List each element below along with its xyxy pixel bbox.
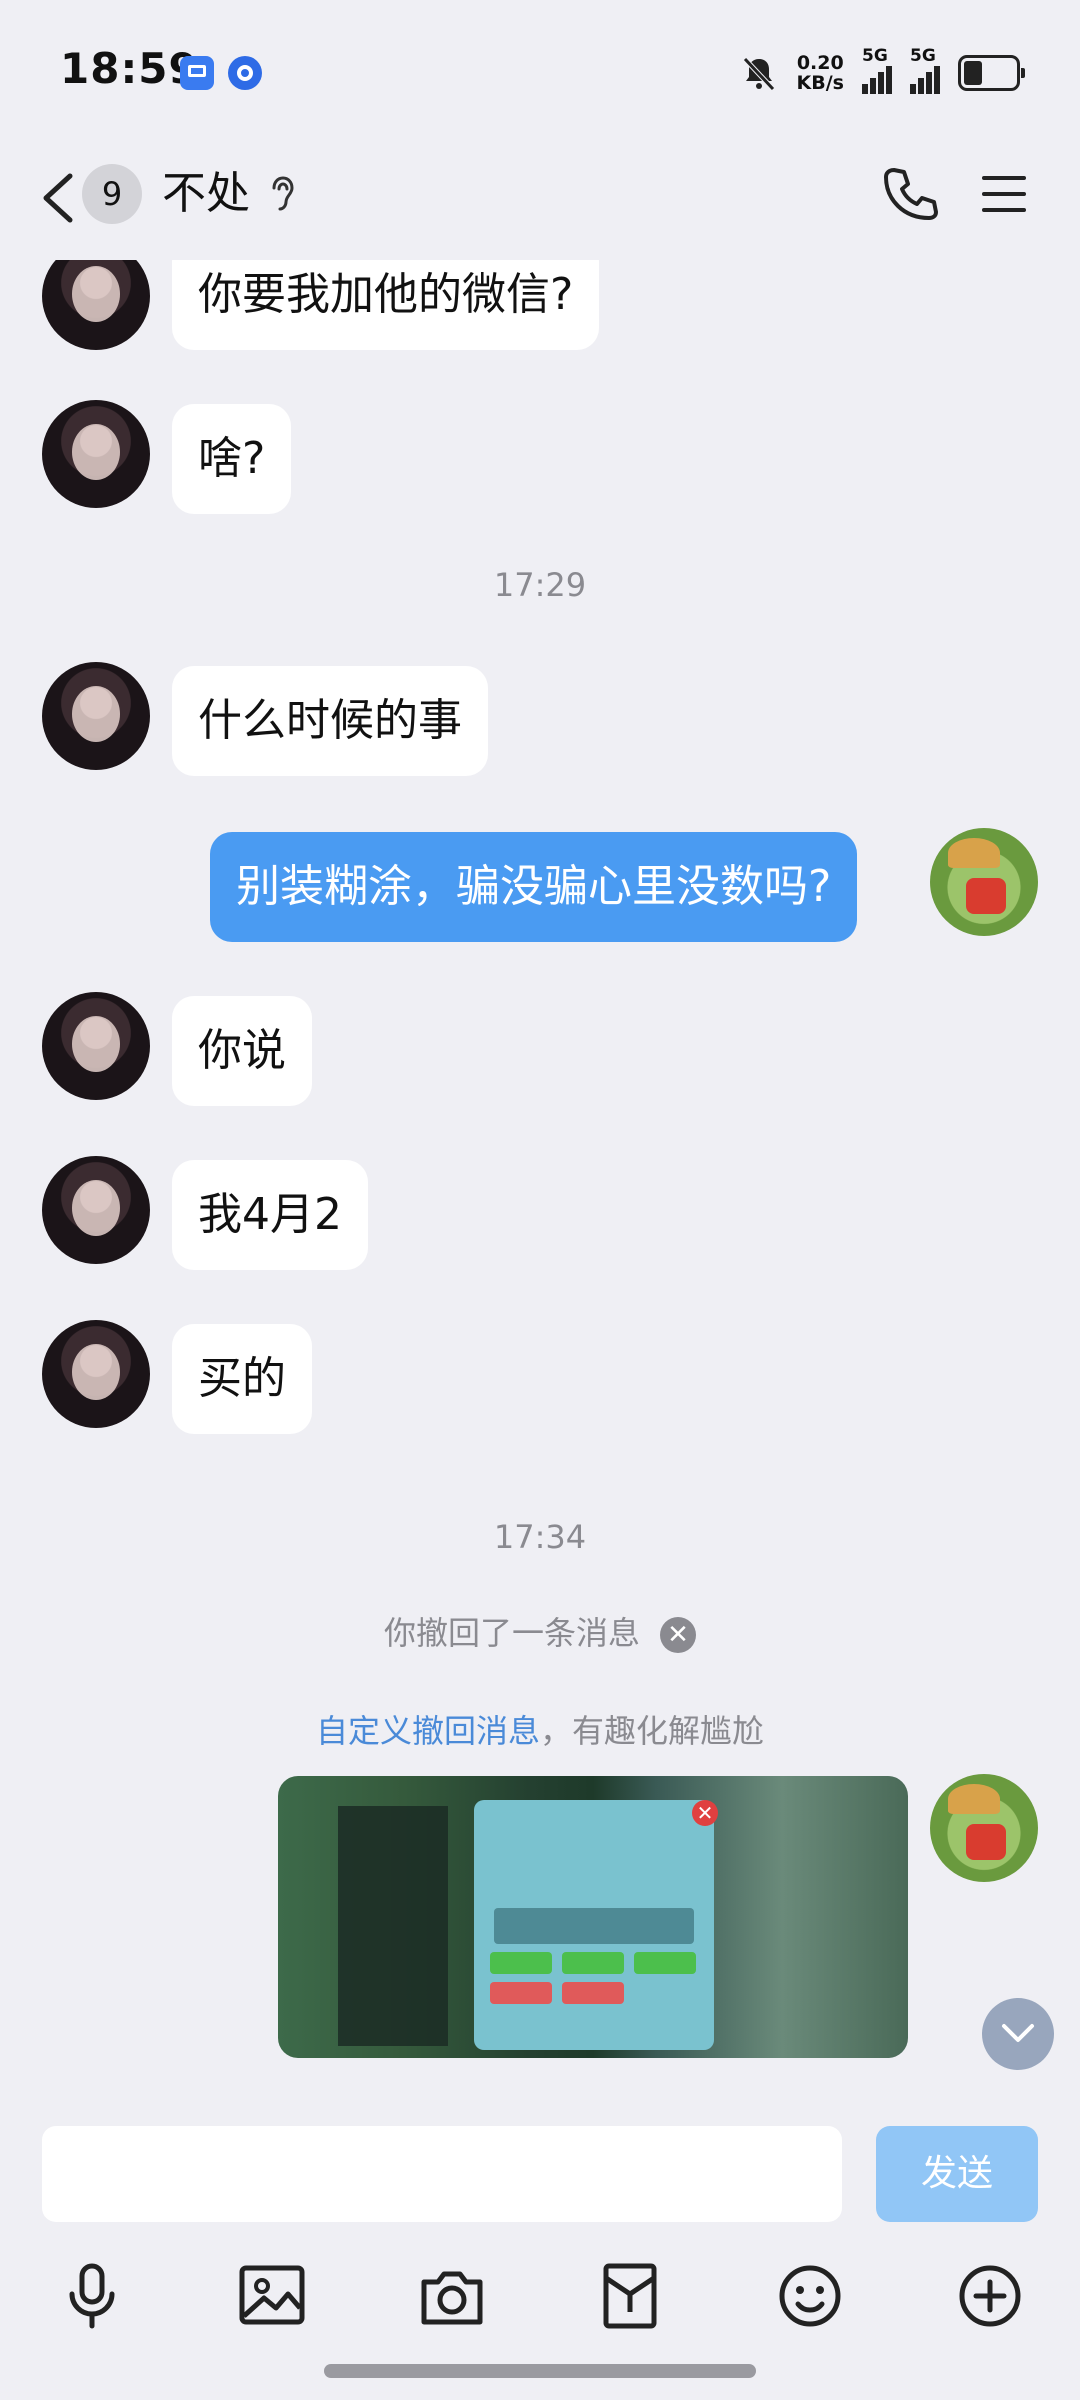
plus-icon[interactable] <box>950 2256 1030 2336</box>
hamburger-menu-icon <box>982 176 1026 212</box>
scroll-to-bottom-button[interactable] <box>982 1998 1054 2070</box>
unread-count-badge[interactable]: 9 <box>82 164 142 224</box>
signal-1-label: 5G <box>862 46 888 66</box>
game-profile-dialog <box>474 1800 714 2050</box>
timestamp: 17:34 <box>493 1518 587 1556</box>
back-button[interactable] <box>38 168 78 228</box>
send-button[interactable]: 发送 <box>876 2126 1038 2222</box>
image-icon[interactable] <box>232 2256 312 2336</box>
voice-call-button[interactable] <box>880 164 940 224</box>
input-bar: 发送 <box>0 2110 1080 2400</box>
net-speed: 0.20 KB/s <box>797 53 844 93</box>
timestamp: 17:29 <box>493 566 587 604</box>
custom-recall-link[interactable]: 自定义撤回消息 <box>316 1712 540 1750</box>
message-bubble-received[interactable]: 你说 <box>172 996 312 1106</box>
signal-2-label: 5G <box>910 46 936 66</box>
emoji-icon[interactable] <box>770 2256 850 2336</box>
chevron-left-icon <box>43 173 73 223</box>
contact-avatar[interactable] <box>42 400 150 508</box>
image-message[interactable]: ✕ <box>278 1776 908 2058</box>
phone-icon <box>884 168 938 220</box>
signal-1-icon: 5G <box>862 46 892 94</box>
message-bubble-received[interactable]: 你要我加他的微信? <box>172 260 600 350</box>
message-list[interactable]: 你要我加他的微信? 啥? 17:29 什么时候的事 别装糊涂，骗没骗心里没数吗?… <box>0 260 1080 2110</box>
status-bar: 18:59 0.20 KB/s 5G 5G <box>0 0 1080 150</box>
signal-2-icon: 5G <box>910 46 940 94</box>
contact-avatar[interactable] <box>42 662 150 770</box>
net-speed-unit: KB/s <box>796 72 844 94</box>
ear-icon[interactable] <box>266 172 298 216</box>
message-bubble-received[interactable]: 什么时候的事 <box>172 666 488 776</box>
close-icon[interactable]: ✕ <box>660 1617 696 1653</box>
camera-icon[interactable] <box>412 2256 492 2336</box>
microphone-icon[interactable] <box>52 2256 132 2336</box>
contact-avatar[interactable] <box>42 260 150 350</box>
chevron-down-icon <box>1002 2024 1034 2042</box>
chat-header: 9 不处 <box>0 150 1080 260</box>
mute-bell-icon <box>739 53 779 93</box>
contact-avatar[interactable] <box>42 992 150 1100</box>
game-friend-list <box>338 1806 448 2046</box>
chat-menu-button[interactable] <box>980 170 1028 218</box>
contact-avatar[interactable] <box>42 1320 150 1428</box>
game-dialog-buttons <box>490 1952 700 2012</box>
recall-notice: 你撤回了一条消息 ✕ <box>0 1608 1080 1654</box>
message-bubble-received[interactable]: 买的 <box>172 1324 312 1434</box>
contact-name[interactable]: 不处 <box>162 164 250 224</box>
message-input[interactable] <box>42 2126 842 2222</box>
home-indicator[interactable] <box>324 2364 756 2378</box>
message-bubble-received[interactable]: 我4月2 <box>172 1160 368 1270</box>
screen-cast-icon <box>180 56 214 90</box>
input-toolbar <box>0 2256 1080 2356</box>
my-avatar[interactable] <box>930 1774 1038 1882</box>
my-avatar[interactable] <box>930 828 1038 936</box>
custom-recall-hint: 自定义撤回消息，有趣化解尴尬 <box>0 1706 1080 1752</box>
status-time: 18:59 <box>60 44 199 93</box>
message-bubble-received[interactable]: 啥? <box>172 404 292 514</box>
red-packet-icon[interactable] <box>590 2256 670 2336</box>
message-bubble-sent[interactable]: 别装糊涂，骗没骗心里没数吗? <box>210 832 858 942</box>
status-right-group: 0.20 KB/s 5G 5G <box>739 46 1025 98</box>
game-close-icon: ✕ <box>692 1800 718 1826</box>
custom-recall-hint-text: ，有趣化解尴尬 <box>540 1712 765 1750</box>
battery-icon <box>958 55 1025 91</box>
app-notification-icon <box>228 56 262 90</box>
contact-avatar[interactable] <box>42 1156 150 1264</box>
net-speed-value: 0.20 <box>796 52 844 74</box>
recall-notice-text: 你撤回了一条消息 <box>383 1614 640 1652</box>
